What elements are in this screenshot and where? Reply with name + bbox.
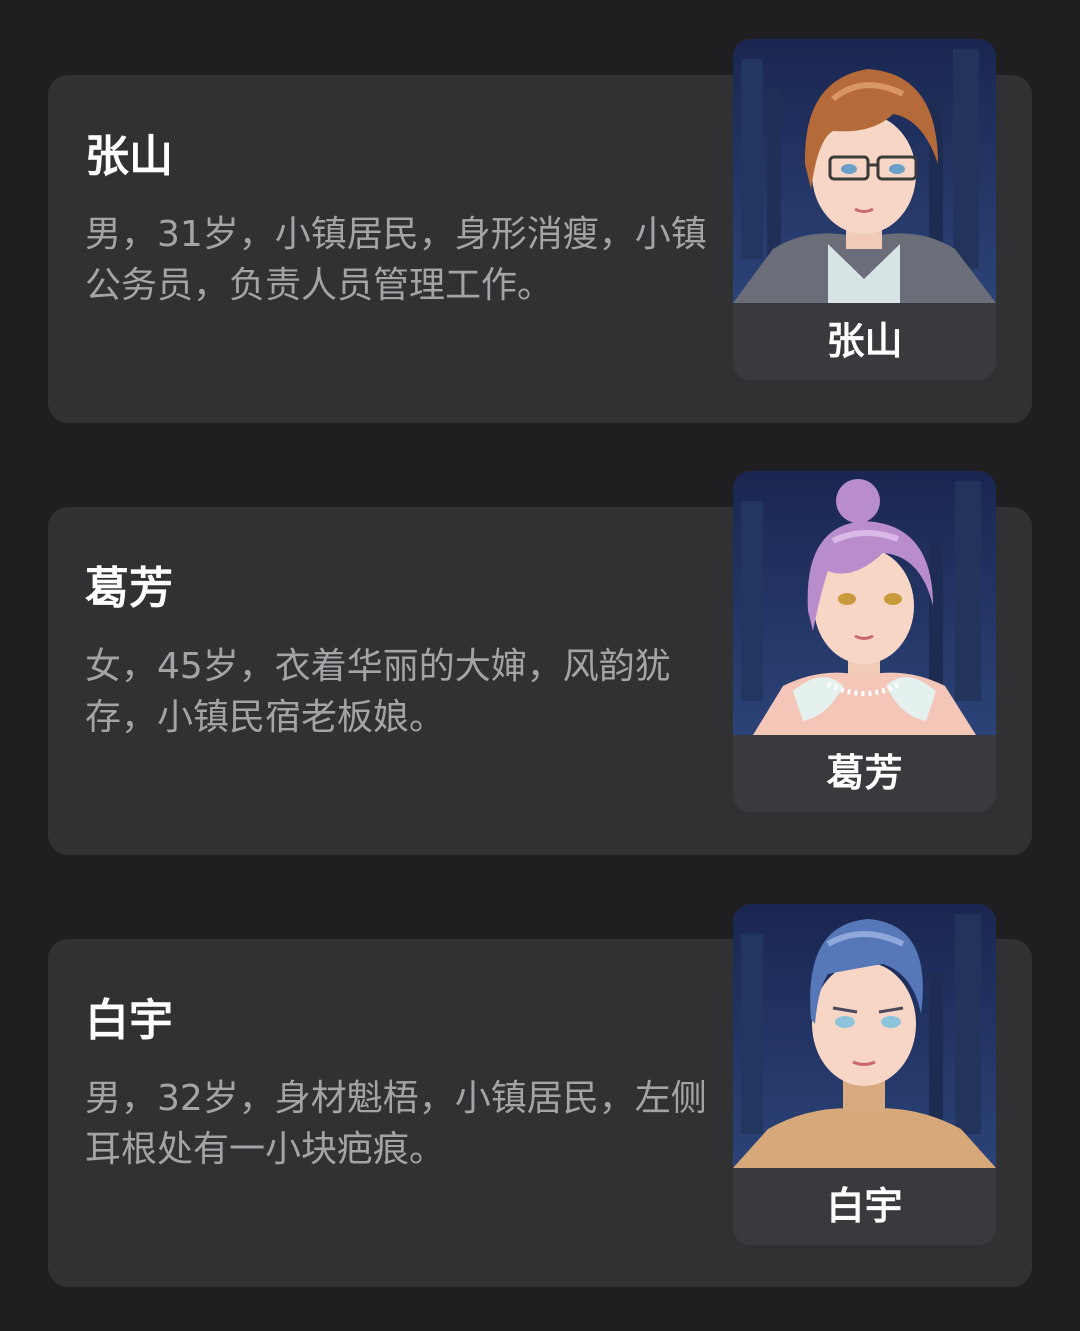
character-portrait[interactable]: 白宇 [733,904,996,1245]
portrait-label: 葛芳 [733,735,996,812]
character-name: 张山 [85,131,173,182]
portrait-label: 白宇 [733,1168,996,1245]
character-portrait[interactable]: 张山 [733,39,996,380]
glasses-man-portrait-icon [733,39,996,303]
character-description: 男，32岁，身材魁梧，小镇居民，左侧耳根处有一小块疤痕。 [85,1078,707,1170]
bun-hair-woman-portrait-icon [733,471,996,735]
blue-hair-man-portrait-icon [733,904,996,1168]
character-name: 葛芳 [85,563,173,614]
character-description: 男，31岁，小镇居民，身形消瘦，小镇公务员，负责人员管理工作。 [85,214,707,306]
character-name: 白宇 [85,995,173,1046]
character-description: 女，45岁，衣着华丽的大婶，风韵犹存，小镇民宿老板娘。 [85,646,671,738]
portrait-label: 张山 [733,303,996,380]
character-portrait[interactable]: 葛芳 [733,471,996,812]
